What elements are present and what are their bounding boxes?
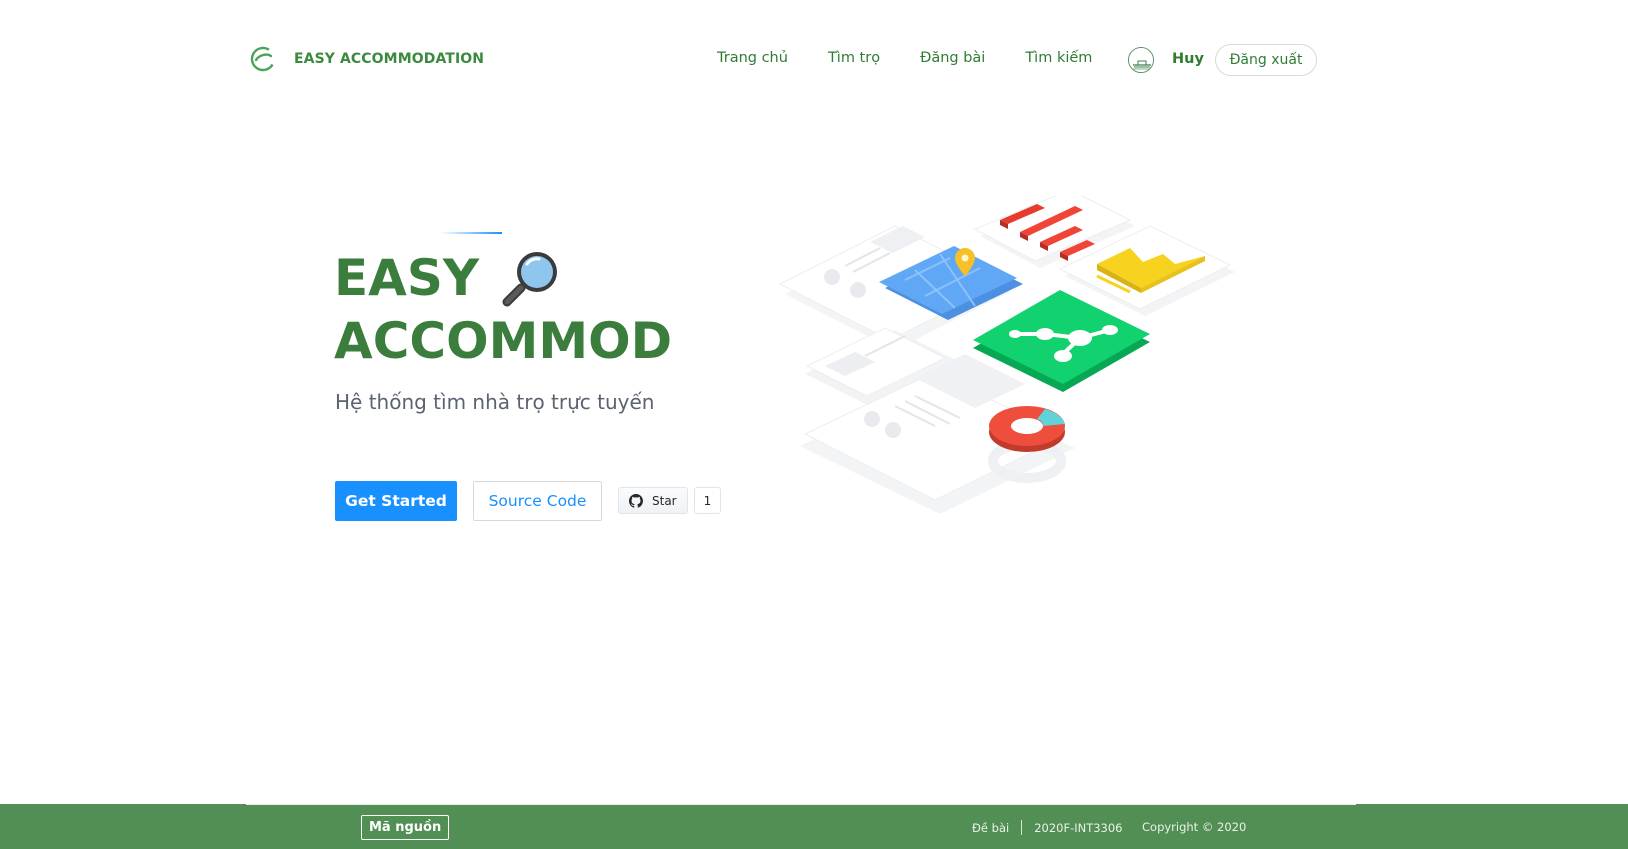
get-started-button[interactable]: Get Started <box>335 481 457 521</box>
footer-link-assignment[interactable]: Đề bài <box>972 821 1009 835</box>
nav-find-room[interactable]: Tìm trọ <box>828 50 880 66</box>
footer-link-course[interactable]: 2020F-INT3306 <box>1034 821 1122 835</box>
github-star-widget: Star 1 <box>618 487 722 514</box>
nav-home[interactable]: Trang chủ <box>717 50 788 66</box>
logout-button[interactable]: Đăng xuất <box>1215 44 1317 76</box>
nav-post[interactable]: Đăng bài <box>920 50 985 66</box>
github-icon <box>629 493 643 508</box>
github-star-label: Star <box>652 493 677 508</box>
hero-title: EASY ACCOMMOD <box>334 246 672 372</box>
footer-separator <box>1021 820 1023 835</box>
copyright-text: Copyright © 2020 <box>1142 820 1247 834</box>
nav-search[interactable]: Tìm kiếm <box>1025 50 1092 66</box>
source-repo-button[interactable]: Mã nguồn <box>361 815 450 840</box>
brand-name: EASY ACCOMMODATION <box>294 51 485 67</box>
hero-accent-line <box>440 232 502 234</box>
magnifier-icon <box>502 252 558 307</box>
avatar-image <box>1129 48 1153 72</box>
source-code-button[interactable]: Source Code <box>473 481 602 521</box>
username[interactable]: Huy <box>1172 51 1204 67</box>
footer-divider <box>246 804 1356 805</box>
footer <box>0 804 1628 849</box>
github-star-button[interactable]: Star <box>618 487 688 514</box>
hero-subtitle: Hệ thống tìm nhà trọ trực tuyến <box>335 390 655 414</box>
hero-title-line1: EASY <box>334 249 480 307</box>
logo-icon <box>250 46 276 72</box>
hero-illustration <box>778 196 1235 514</box>
hero-title-line2: ACCOMMOD <box>334 312 673 370</box>
github-star-count[interactable]: 1 <box>693 487 722 514</box>
footer-links: Đề bài 2020F-INT3306 <box>972 820 1123 835</box>
donut-chart-tile <box>989 406 1065 452</box>
brand-logo[interactable]: EASY ACCOMMODATION <box>250 46 484 72</box>
header: EASY ACCOMMODATION Trang chủ Tìm trọ Đăn… <box>0 0 1628 120</box>
main-nav: Trang chủ Tìm trọ Đăng bài Tìm kiếm <box>717 50 1092 66</box>
avatar[interactable] <box>1128 47 1154 73</box>
